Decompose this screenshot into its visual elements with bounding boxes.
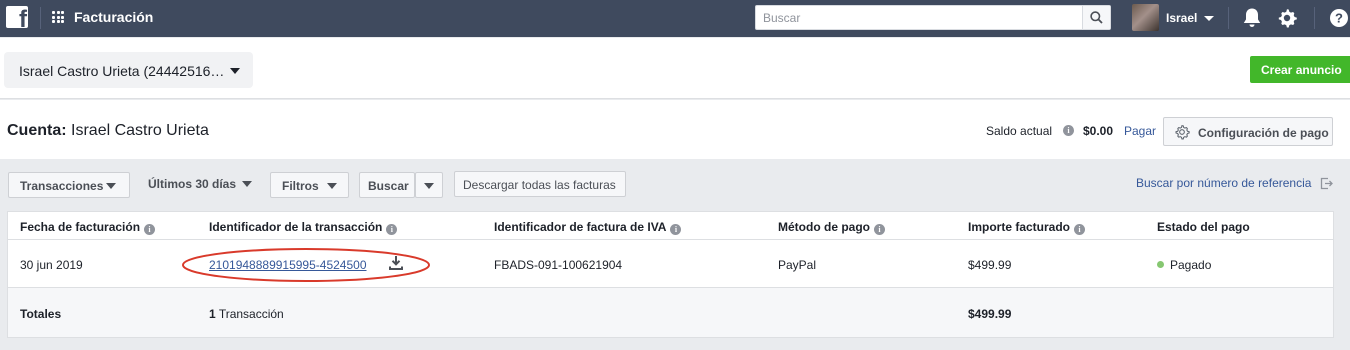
transaction-id[interactable]: 2101948889915995-4524500 [209, 258, 367, 272]
bell-icon[interactable] [1242, 7, 1262, 29]
chevron-down-icon [424, 183, 434, 189]
chevron-down-icon [230, 68, 240, 74]
gear-icon[interactable] [1276, 7, 1298, 29]
balance-value: $0.00 [1083, 124, 1114, 138]
account-label: Cuenta: [7, 122, 67, 139]
question-icon[interactable]: ? [1329, 8, 1349, 28]
column-header-payment-method[interactable]: Método de pago i [778, 220, 885, 235]
column-header-label: Estado del pago [1157, 220, 1250, 234]
status-dot-icon [1157, 261, 1164, 268]
gear-icon [1175, 124, 1190, 140]
info-icon[interactable]: i [386, 224, 398, 235]
search-button-label: Buscar [368, 179, 409, 193]
transactions-dropdown-label: Transacciones [20, 179, 104, 193]
payment-settings-label: Configuración de pago [1198, 126, 1329, 140]
divider [1228, 7, 1229, 29]
download-all-invoices-label: Descargar todas las facturas [463, 178, 616, 192]
column-header-label: Identificador de la transacción [209, 220, 383, 234]
page-header: Israel Castro Urieta (24442516… Crear an… [0, 38, 1350, 99]
date-range-label: Últimos 30 días [148, 177, 237, 191]
page-title: Cuenta: Israel Castro Urieta [7, 122, 209, 140]
top-navigation-bar: f Facturación Israel ? [0, 0, 1350, 37]
divider [40, 7, 41, 29]
account-name: Israel Castro Urieta [71, 122, 209, 139]
apps-grid-icon[interactable] [52, 11, 64, 23]
chevron-down-icon [327, 183, 337, 189]
table-row: 30 jun 2019 2101948889915995-4524500 FBA… [8, 240, 1333, 288]
transaction-count: 1 [209, 307, 216, 321]
column-header-label: Método de pago [778, 220, 870, 234]
download-icon[interactable] [389, 255, 403, 270]
svg-text:?: ? [1335, 11, 1343, 26]
divider [1314, 7, 1315, 29]
info-icon[interactable]: i [144, 224, 156, 235]
export-icon[interactable] [1320, 177, 1333, 190]
payment-method: PayPal [778, 258, 817, 272]
totals-amount: $499.99 [968, 307, 1012, 321]
info-icon[interactable]: i [1063, 125, 1074, 136]
billing-date: 30 jun 2019 [20, 258, 83, 272]
column-header-amount[interactable]: Importe facturado i [968, 220, 1086, 235]
account-summary-bar: Cuenta: Israel Castro Urieta Saldo actua… [0, 100, 1350, 159]
balance-label: Saldo actual [986, 124, 1053, 138]
column-header-status[interactable]: Estado del pago [1157, 220, 1250, 234]
filters-dropdown-label: Filtros [282, 179, 319, 193]
transactions-table: Fecha de facturación i Identificador de l… [7, 211, 1334, 338]
search-button[interactable]: Buscar [359, 172, 415, 198]
info-icon[interactable]: i [1074, 224, 1086, 235]
info-icon[interactable]: i [670, 224, 682, 235]
totals-row: Totales 1 Transacción $499.99 [8, 288, 1333, 337]
column-header-label: Identificador de factura de IVA [494, 220, 667, 234]
vat-invoice-id: FBADS-091-100621904 [494, 258, 623, 272]
payment-settings-button[interactable]: Configuración de pago [1163, 117, 1333, 146]
chevron-down-icon[interactable] [1204, 16, 1214, 21]
chevron-down-icon [242, 181, 252, 187]
transactions-dropdown[interactable]: Transacciones [8, 172, 130, 198]
create-ad-button[interactable]: Crear anuncio [1250, 56, 1350, 83]
search-input[interactable] [756, 6, 1083, 29]
pay-link[interactable]: Pagar [1124, 124, 1156, 138]
app-title[interactable]: Facturación [74, 9, 153, 25]
chevron-down-icon [106, 183, 116, 189]
column-header-vat-invoice[interactable]: Identificador de factura de IVA i [494, 220, 682, 235]
billed-amount: $499.99 [968, 258, 1012, 272]
transaction-count-label: Transacción [218, 307, 284, 321]
download-all-invoices-button[interactable]: Descargar todas las facturas [454, 171, 626, 197]
status-label: Pagado [1170, 258, 1212, 272]
payment-status: Pagado [1157, 258, 1211, 272]
totals-label: Totales [20, 307, 62, 321]
column-header-label: Fecha de facturación [20, 220, 141, 234]
column-header-transaction-id[interactable]: Identificador de la transacción i [209, 220, 398, 235]
date-range-dropdown[interactable]: Últimos 30 días [148, 177, 252, 191]
table-header: Fecha de facturación i Identificador de l… [8, 212, 1333, 240]
account-selector[interactable]: Israel Castro Urieta (24442516… [4, 52, 253, 88]
column-header-label: Importe facturado [968, 220, 1071, 234]
account-selector-label: Israel Castro Urieta (24442516… [19, 63, 225, 79]
transaction-id-link[interactable]: 2101948889915995-4524500 [209, 258, 367, 272]
magnifier-icon [1090, 11, 1103, 24]
filters-dropdown[interactable]: Filtros [270, 172, 349, 198]
user-name[interactable]: Israel [1166, 11, 1197, 25]
search-button[interactable] [1082, 6, 1110, 29]
totals-count: 1 Transacción [209, 307, 284, 321]
search-options-dropdown[interactable] [415, 172, 443, 198]
search-bar [755, 5, 1111, 30]
info-icon[interactable]: i [874, 224, 885, 235]
reference-search-link[interactable]: Buscar por número de referencia [1136, 176, 1311, 190]
column-header-date[interactable]: Fecha de facturación i [20, 220, 156, 235]
facebook-logo-icon[interactable]: f [6, 6, 28, 28]
avatar[interactable] [1132, 4, 1159, 31]
